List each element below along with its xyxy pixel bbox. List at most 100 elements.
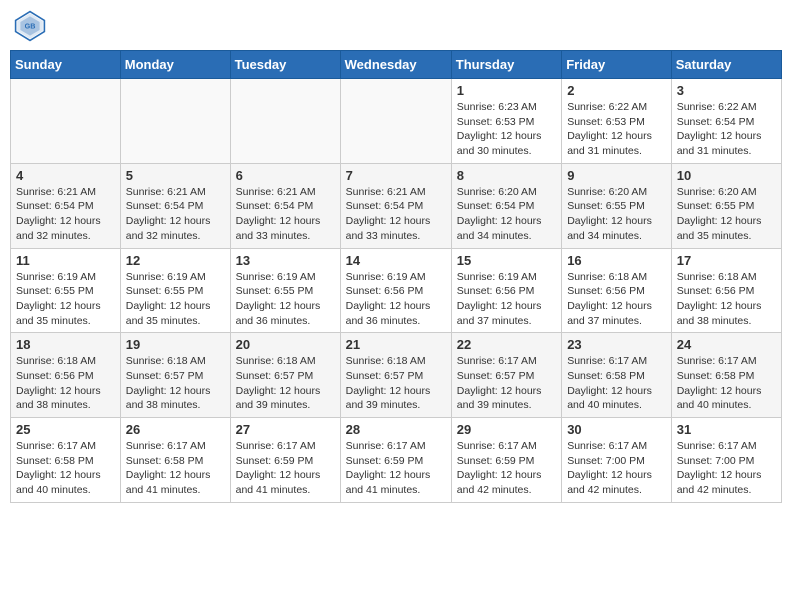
day-info: Sunrise: 6:17 AM Sunset: 6:58 PM Dayligh… [677,354,776,413]
day-number: 31 [677,422,776,437]
day-info: Sunrise: 6:23 AM Sunset: 6:53 PM Dayligh… [457,100,556,159]
calendar-cell: 4 Sunrise: 6:21 AM Sunset: 6:54 PM Daylig… [11,163,121,248]
day-number: 16 [567,253,666,268]
day-info: Sunrise: 6:20 AM Sunset: 6:54 PM Dayligh… [457,185,556,244]
calendar-cell: 16 Sunrise: 6:18 AM Sunset: 6:56 PM Dayli… [562,248,672,333]
day-info: Sunrise: 6:18 AM Sunset: 6:57 PM Dayligh… [346,354,446,413]
calendar-body: 1 Sunrise: 6:23 AM Sunset: 6:53 PM Daylig… [11,79,782,503]
day-number: 17 [677,253,776,268]
calendar-cell [340,79,451,164]
day-number: 13 [236,253,335,268]
calendar-cell: 5 Sunrise: 6:21 AM Sunset: 6:54 PM Daylig… [120,163,230,248]
day-number: 10 [677,168,776,183]
day-info: Sunrise: 6:17 AM Sunset: 6:59 PM Dayligh… [457,439,556,498]
day-info: Sunrise: 6:21 AM Sunset: 6:54 PM Dayligh… [16,185,115,244]
day-info: Sunrise: 6:17 AM Sunset: 6:58 PM Dayligh… [16,439,115,498]
day-number: 15 [457,253,556,268]
day-number: 11 [16,253,115,268]
day-number: 5 [126,168,225,183]
calendar-cell: 29 Sunrise: 6:17 AM Sunset: 6:59 PM Dayli… [451,418,561,503]
calendar-cell: 21 Sunrise: 6:18 AM Sunset: 6:57 PM Dayli… [340,333,451,418]
day-info: Sunrise: 6:19 AM Sunset: 6:55 PM Dayligh… [16,270,115,329]
day-info: Sunrise: 6:21 AM Sunset: 6:54 PM Dayligh… [236,185,335,244]
day-info: Sunrise: 6:18 AM Sunset: 6:56 PM Dayligh… [16,354,115,413]
weekday-header-thursday: Thursday [451,51,561,79]
day-number: 27 [236,422,335,437]
calendar-cell: 22 Sunrise: 6:17 AM Sunset: 6:57 PM Dayli… [451,333,561,418]
calendar-cell: 18 Sunrise: 6:18 AM Sunset: 6:56 PM Dayli… [11,333,121,418]
day-number: 20 [236,337,335,352]
day-number: 6 [236,168,335,183]
calendar-cell: 25 Sunrise: 6:17 AM Sunset: 6:58 PM Dayli… [11,418,121,503]
logo-icon: GB [14,10,46,42]
calendar-cell: 2Sunrise: 6:22 AM Sunset: 6:53 PM Daylig… [562,79,672,164]
day-number: 4 [16,168,115,183]
day-info: Sunrise: 6:17 AM Sunset: 6:58 PM Dayligh… [126,439,225,498]
calendar-cell: 8Sunrise: 6:20 AM Sunset: 6:54 PM Daylig… [451,163,561,248]
calendar-header: SundayMondayTuesdayWednesdayThursdayFrid… [11,51,782,79]
calendar-cell [11,79,121,164]
weekday-header-sunday: Sunday [11,51,121,79]
day-number: 30 [567,422,666,437]
weekday-header-friday: Friday [562,51,672,79]
calendar-cell: 7 Sunrise: 6:21 AM Sunset: 6:54 PM Daylig… [340,163,451,248]
calendar-cell: 28 Sunrise: 6:17 AM Sunset: 6:59 PM Dayli… [340,418,451,503]
calendar-cell: 17 Sunrise: 6:18 AM Sunset: 6:56 PM Dayli… [671,248,781,333]
day-info: Sunrise: 6:17 AM Sunset: 7:00 PM Dayligh… [567,439,666,498]
calendar-cell: 13 Sunrise: 6:19 AM Sunset: 6:55 PM Dayli… [230,248,340,333]
logo: GB [14,10,50,42]
day-number: 7 [346,168,446,183]
day-number: 21 [346,337,446,352]
day-number: 25 [16,422,115,437]
calendar-week-3: 11 Sunrise: 6:19 AM Sunset: 6:55 PM Dayli… [11,248,782,333]
calendar-cell: 30 Sunrise: 6:17 AM Sunset: 7:00 PM Dayli… [562,418,672,503]
day-info: Sunrise: 6:17 AM Sunset: 6:57 PM Dayligh… [457,354,556,413]
day-info: Sunrise: 6:17 AM Sunset: 6:58 PM Dayligh… [567,354,666,413]
calendar-cell: 23 Sunrise: 6:17 AM Sunset: 6:58 PM Dayli… [562,333,672,418]
calendar-cell: 15Sunrise: 6:19 AM Sunset: 6:56 PM Dayli… [451,248,561,333]
calendar-cell: 9 Sunrise: 6:20 AM Sunset: 6:55 PM Daylig… [562,163,672,248]
day-info: Sunrise: 6:18 AM Sunset: 6:56 PM Dayligh… [567,270,666,329]
calendar-cell: 31 Sunrise: 6:17 AM Sunset: 7:00 PM Dayli… [671,418,781,503]
day-info: Sunrise: 6:17 AM Sunset: 7:00 PM Dayligh… [677,439,776,498]
day-number: 24 [677,337,776,352]
day-number: 19 [126,337,225,352]
day-info: Sunrise: 6:21 AM Sunset: 6:54 PM Dayligh… [126,185,225,244]
calendar-cell: 12Sunrise: 6:19 AM Sunset: 6:55 PM Dayli… [120,248,230,333]
day-number: 14 [346,253,446,268]
weekday-header-monday: Monday [120,51,230,79]
calendar-cell: 24 Sunrise: 6:17 AM Sunset: 6:58 PM Dayli… [671,333,781,418]
day-number: 1 [457,83,556,98]
calendar-cell: 6 Sunrise: 6:21 AM Sunset: 6:54 PM Daylig… [230,163,340,248]
calendar-cell: 27Sunrise: 6:17 AM Sunset: 6:59 PM Dayli… [230,418,340,503]
day-number: 23 [567,337,666,352]
day-info: Sunrise: 6:18 AM Sunset: 6:57 PM Dayligh… [126,354,225,413]
day-number: 18 [16,337,115,352]
page-header: GB [10,10,782,42]
calendar-table: SundayMondayTuesdayWednesdayThursdayFrid… [10,50,782,503]
day-info: Sunrise: 6:20 AM Sunset: 6:55 PM Dayligh… [567,185,666,244]
calendar-week-2: 4 Sunrise: 6:21 AM Sunset: 6:54 PM Daylig… [11,163,782,248]
calendar-cell: 14 Sunrise: 6:19 AM Sunset: 6:56 PM Dayli… [340,248,451,333]
day-info: Sunrise: 6:19 AM Sunset: 6:55 PM Dayligh… [236,270,335,329]
day-number: 28 [346,422,446,437]
calendar-week-4: 18 Sunrise: 6:18 AM Sunset: 6:56 PM Dayli… [11,333,782,418]
day-number: 2 [567,83,666,98]
day-info: Sunrise: 6:21 AM Sunset: 6:54 PM Dayligh… [346,185,446,244]
calendar-cell: 3Sunrise: 6:22 AM Sunset: 6:54 PM Daylig… [671,79,781,164]
calendar-cell: 1 Sunrise: 6:23 AM Sunset: 6:53 PM Daylig… [451,79,561,164]
day-info: Sunrise: 6:18 AM Sunset: 6:56 PM Dayligh… [677,270,776,329]
weekday-header-tuesday: Tuesday [230,51,340,79]
weekday-header-wednesday: Wednesday [340,51,451,79]
day-number: 22 [457,337,556,352]
calendar-cell: 10 Sunrise: 6:20 AM Sunset: 6:55 PM Dayli… [671,163,781,248]
day-info: Sunrise: 6:17 AM Sunset: 6:59 PM Dayligh… [346,439,446,498]
calendar-week-1: 1 Sunrise: 6:23 AM Sunset: 6:53 PM Daylig… [11,79,782,164]
day-info: Sunrise: 6:19 AM Sunset: 6:56 PM Dayligh… [346,270,446,329]
calendar-cell [230,79,340,164]
day-number: 29 [457,422,556,437]
day-number: 26 [126,422,225,437]
day-number: 9 [567,168,666,183]
calendar-cell: 26 Sunrise: 6:17 AM Sunset: 6:58 PM Dayli… [120,418,230,503]
day-info: Sunrise: 6:20 AM Sunset: 6:55 PM Dayligh… [677,185,776,244]
